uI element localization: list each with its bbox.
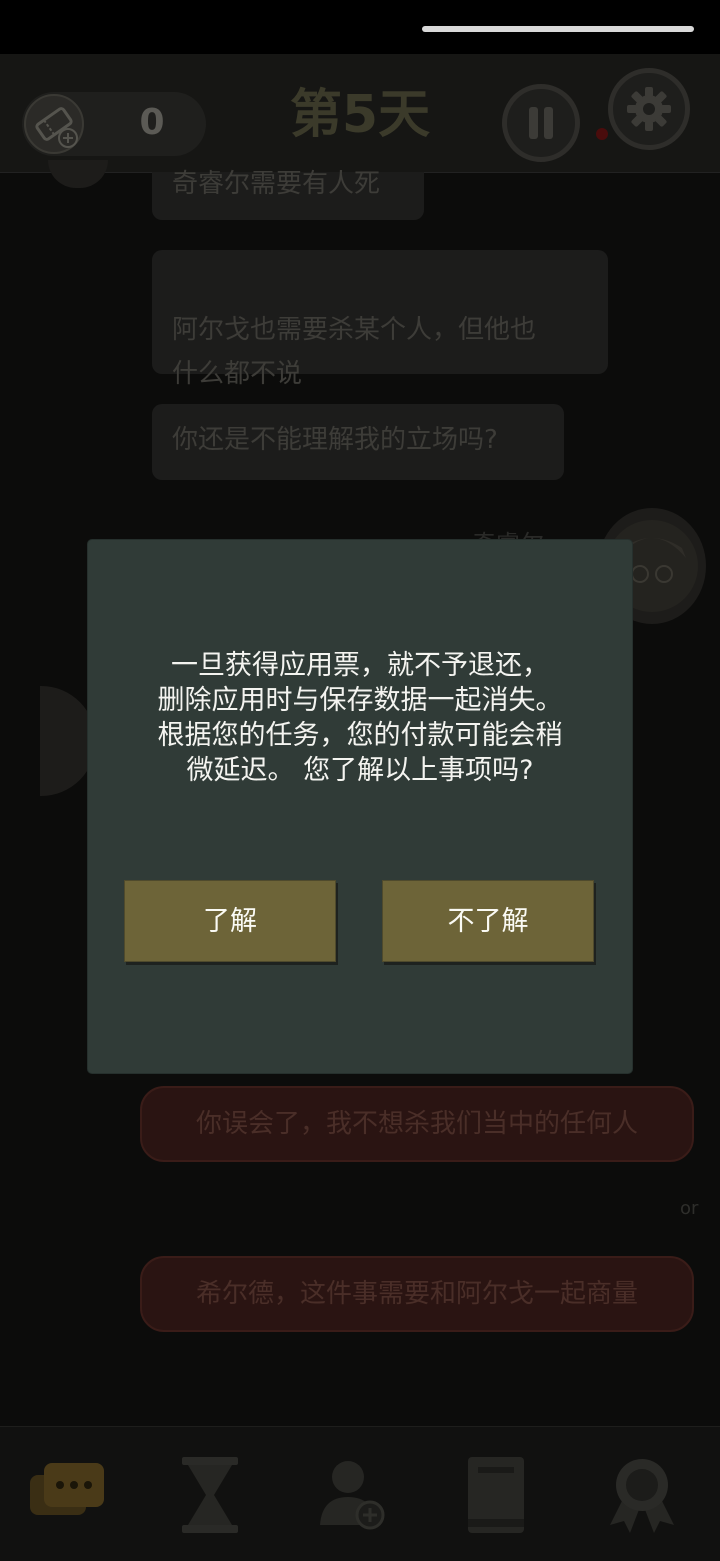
chat-message: 你还是不能理解我的立场吗? (172, 425, 498, 455)
choice-option-2[interactable]: 希尔德，这件事需要和阿尔戈一起商量 (140, 1256, 694, 1332)
avatar (48, 160, 108, 188)
dialog-message: 一旦获得应用票，就不予退还， 删除应用时与保存数据一起消失。 根据您的任务，您的… (157, 650, 563, 786)
nav-timeline[interactable] (168, 1453, 252, 1537)
chat-icon (30, 1463, 104, 1515)
gesture-pill (422, 26, 694, 32)
chat-bubble: 你还是不能理解我的立场吗? (152, 404, 564, 480)
day-title: 第5天 (289, 85, 431, 145)
ticket-icon[interactable] (24, 94, 84, 154)
settings-button[interactable] (608, 68, 690, 150)
game-header: 0 第5天 (0, 54, 720, 173)
choice-option-1[interactable]: 你误会了，我不想杀我们当中的任何人 (140, 1086, 694, 1162)
pause-icon (529, 107, 553, 139)
chat-message: 奇睿尔需要有人死 (172, 169, 381, 199)
ticket-counter[interactable]: 0 (22, 92, 206, 156)
add-person-icon (320, 1461, 385, 1530)
nav-characters[interactable] (312, 1453, 396, 1537)
ticket-count: 0 (139, 102, 165, 143)
nav-achievements[interactable] (600, 1453, 684, 1537)
nav-records[interactable] (454, 1453, 538, 1537)
bottom-nav (0, 1426, 720, 1561)
nav-chat[interactable] (26, 1453, 110, 1537)
chat-message: 阿尔戈也需要杀某个人，但他也 什么都不说 (172, 315, 537, 389)
book-icon (468, 1457, 524, 1533)
chat-bubble: 阿尔戈也需要杀某个人，但他也 什么都不说 (152, 250, 608, 389)
status-bar (0, 0, 720, 54)
hourglass-icon (182, 1457, 238, 1533)
badge-icon (610, 1459, 674, 1533)
pause-button[interactable] (502, 84, 580, 162)
decline-button[interactable]: 不了解 (382, 880, 594, 962)
notification-dot (596, 128, 608, 140)
confirm-button[interactable]: 了解 (124, 880, 336, 962)
gear-icon (627, 87, 671, 131)
confirm-dialog: 一旦获得应用票，就不予退还， 删除应用时与保存数据一起消失。 根据您的任务，您的… (88, 540, 632, 1073)
or-label: or (680, 1198, 699, 1219)
chat-bubble: 奇睿尔需要有人死 (152, 169, 424, 220)
